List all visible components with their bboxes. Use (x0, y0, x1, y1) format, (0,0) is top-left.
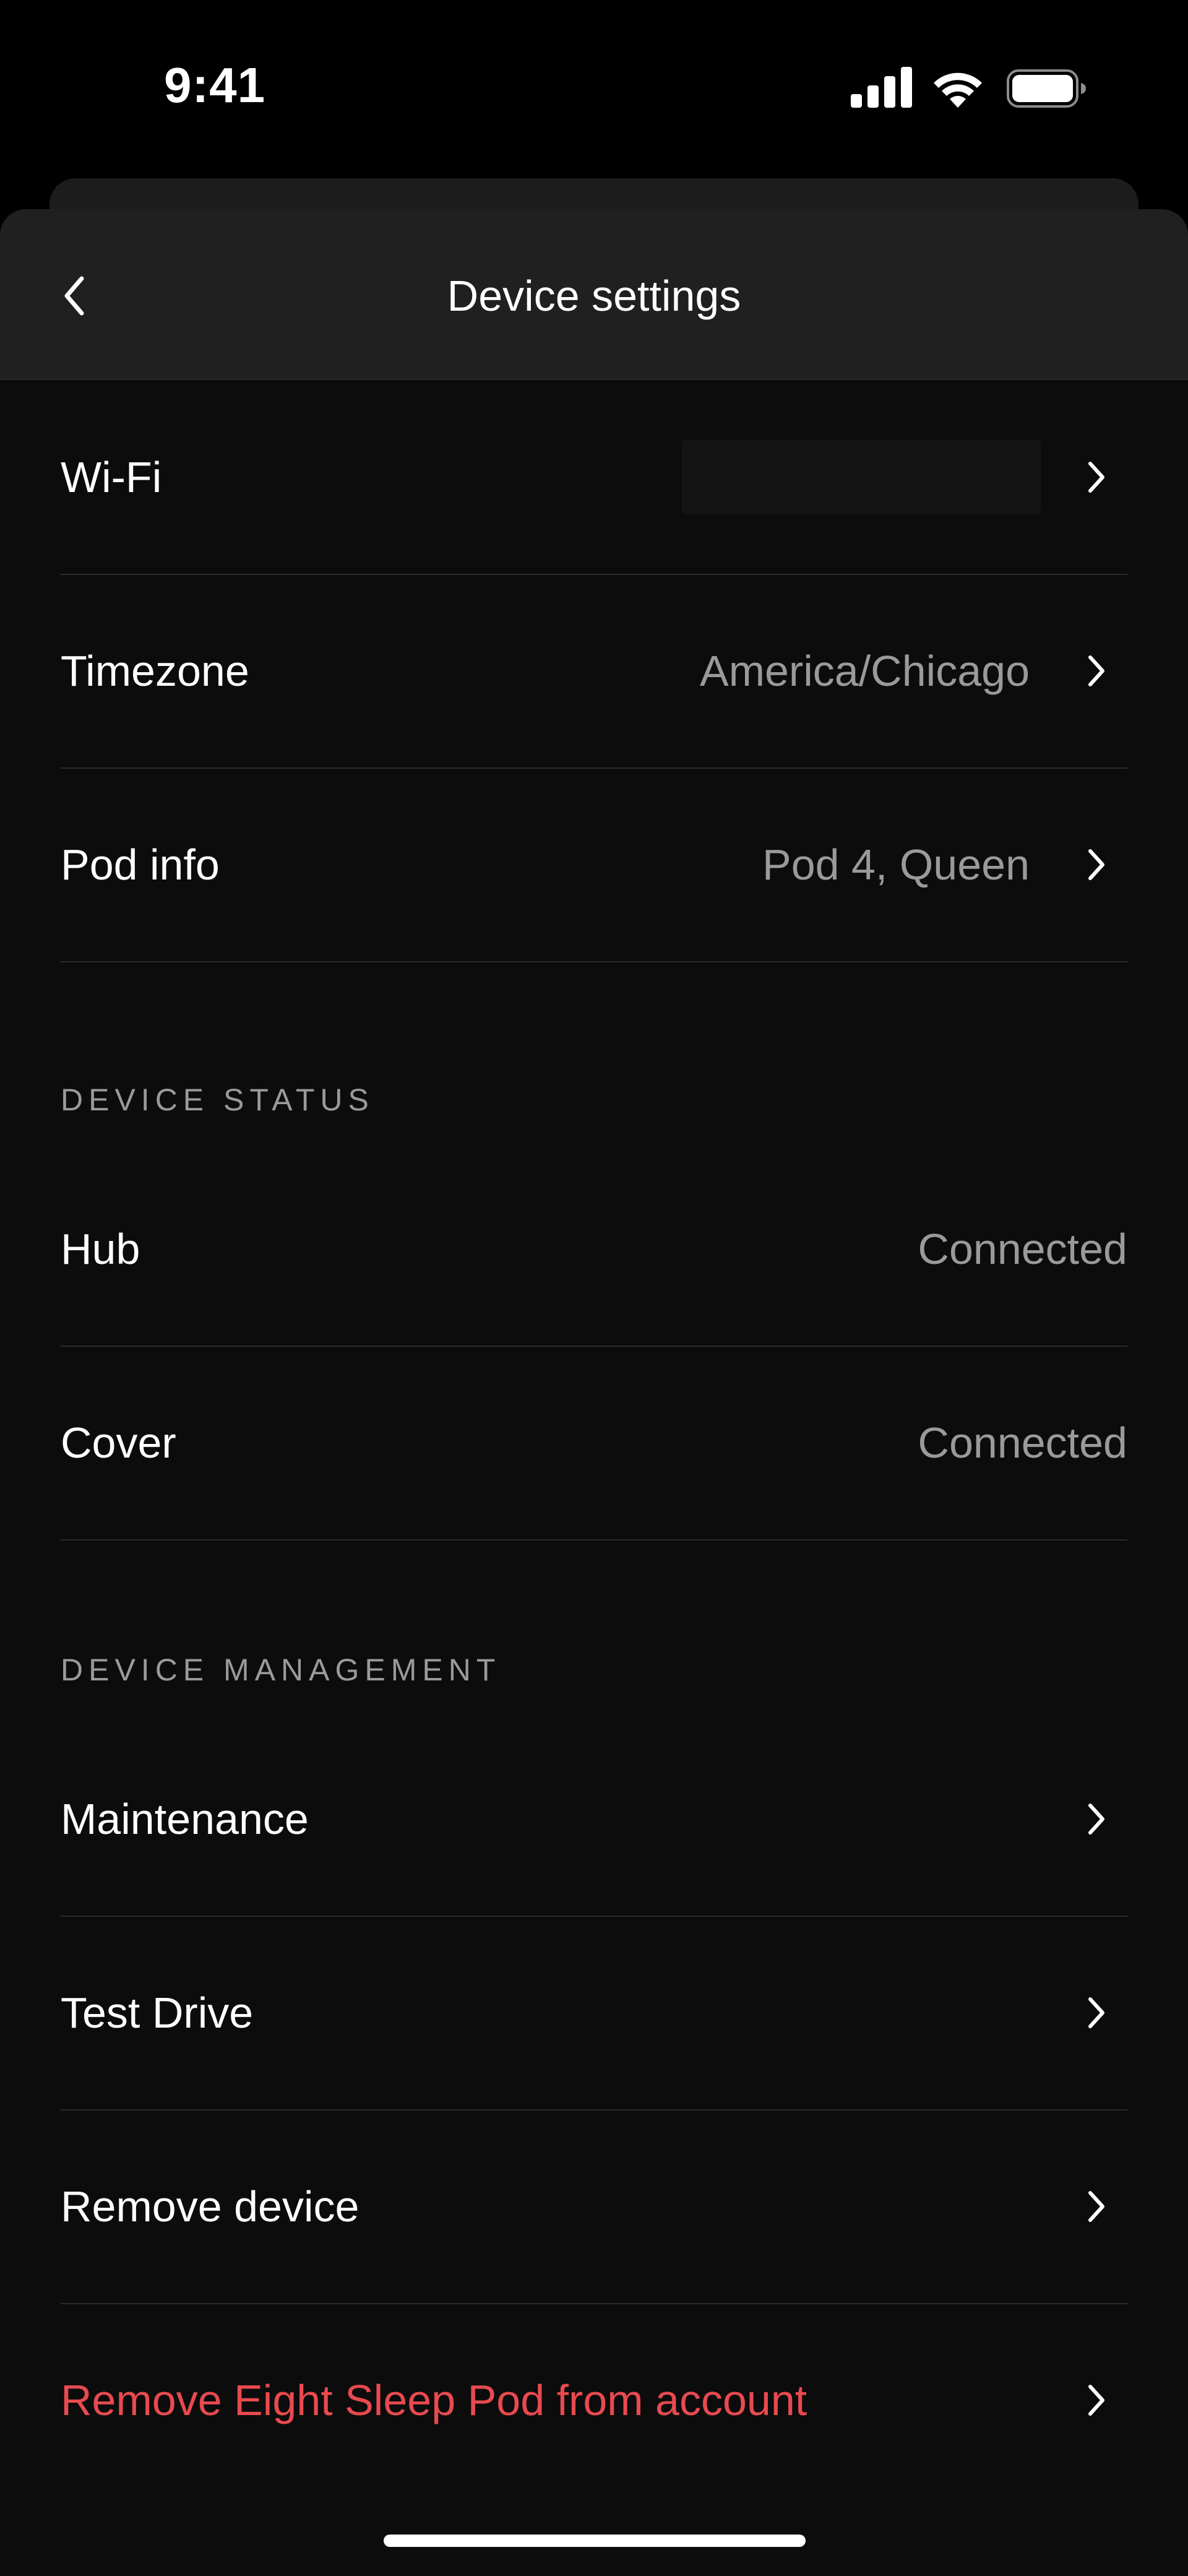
hub-status-value: Connected (918, 1224, 1127, 1273)
status-bar: 9:41 (0, 0, 1188, 173)
cellular-signal-icon (851, 67, 912, 108)
pod-info-label: Pod info (61, 840, 220, 889)
status-time: 9:41 (164, 58, 266, 113)
cover-status-value: Connected (918, 1418, 1127, 1467)
device-status-section-header: DEVICE STATUS (61, 1083, 374, 1117)
timezone-label: Timezone (61, 646, 249, 695)
maintenance-label: Maintenance (61, 1794, 309, 1843)
remove-device-row[interactable]: Remove device (61, 2109, 1127, 2304)
maintenance-row[interactable]: Maintenance (61, 1722, 1127, 1917)
cover-status-row: Cover Connected (61, 1346, 1127, 1541)
wifi-label: Wi-Fi (61, 452, 162, 501)
remove-pod-from-account-label: Remove Eight Sleep Pod from account (61, 2375, 807, 2424)
wifi-row[interactable]: Wi-Fi (61, 380, 1127, 575)
hub-label: Hub (61, 1224, 140, 1273)
cover-label: Cover (61, 1418, 176, 1467)
device-management-section-header: DEVICE MANAGEMENT (61, 1653, 501, 1687)
chevron-right-icon (1088, 1803, 1104, 1835)
home-indicator[interactable] (384, 2535, 806, 2547)
chevron-right-icon (1088, 655, 1104, 686)
chevron-right-icon (1088, 1997, 1104, 2028)
pod-info-row[interactable]: Pod info Pod 4, Queen (61, 767, 1127, 962)
chevron-right-icon (1088, 849, 1104, 880)
timezone-row[interactable]: Timezone America/Chicago (61, 574, 1127, 769)
chevron-right-icon (1088, 2190, 1104, 2222)
chevron-right-icon (1088, 461, 1104, 493)
device-settings-sheet: Device settings Wi-Fi Timezone America/C… (0, 209, 1188, 2576)
test-drive-label: Test Drive (61, 1988, 254, 2037)
battery-icon (1007, 69, 1086, 108)
remove-pod-from-account-row[interactable]: Remove Eight Sleep Pod from account (61, 2303, 1127, 2497)
test-drive-row[interactable]: Test Drive (61, 1916, 1127, 2111)
timezone-value: America/Chicago (700, 646, 1030, 695)
remove-device-label: Remove device (61, 2182, 359, 2231)
page-title: Device settings (447, 272, 741, 320)
wifi-icon (934, 72, 982, 108)
pod-info-value: Pod 4, Queen (762, 840, 1030, 889)
chevron-right-icon (1088, 2384, 1104, 2416)
hub-status-row: Hub Connected (61, 1152, 1127, 1347)
wifi-network-redacted (682, 439, 1041, 514)
navigation-header: Device settings (0, 209, 1188, 380)
